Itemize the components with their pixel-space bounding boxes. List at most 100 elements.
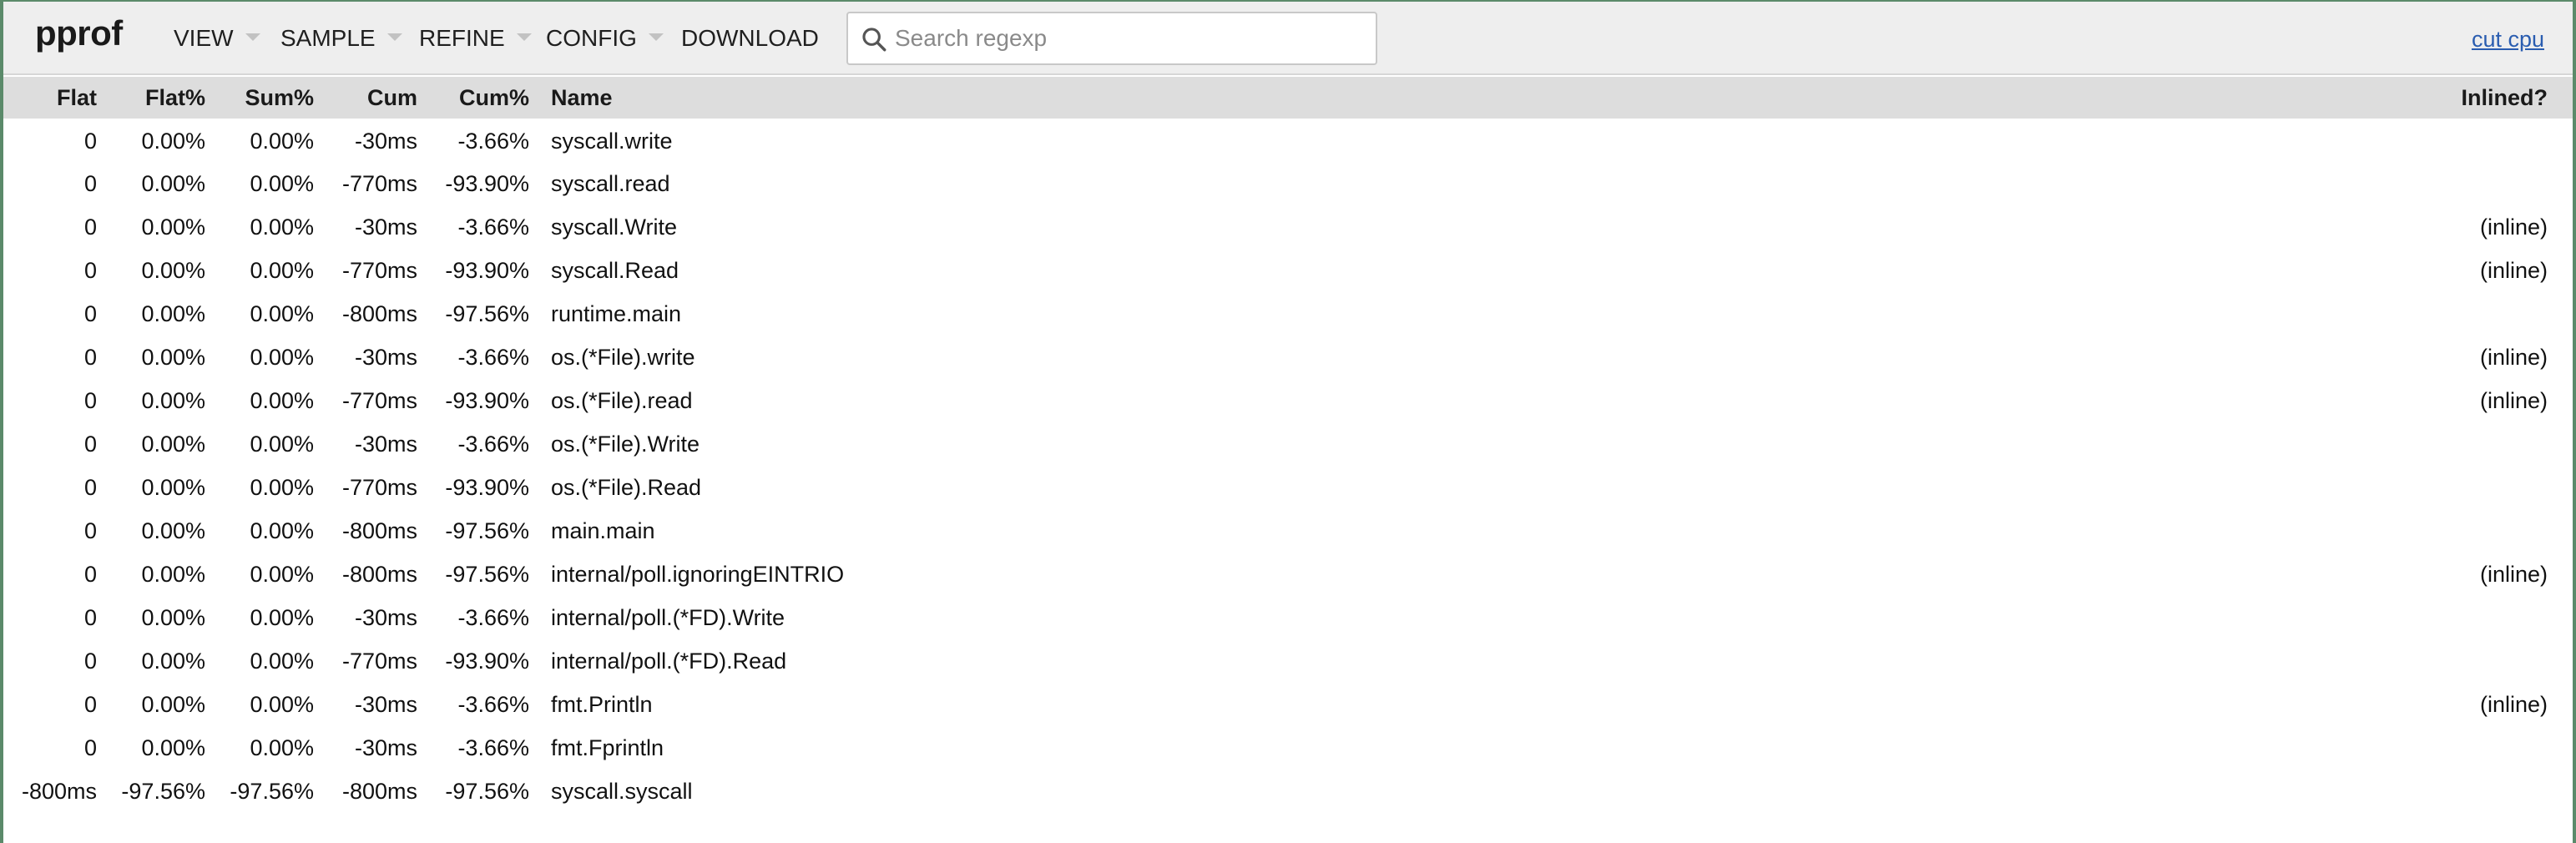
cell-flat-pct: 0.00%: [141, 128, 205, 154]
table-row[interactable]: 0 0.00% 0.00% -770ms -93.90% syscall.Rea…: [3, 249, 2573, 292]
cell-cum-pct: -97.56%: [445, 300, 529, 326]
table-row[interactable]: 0 0.00% 0.00% -30ms -3.66% syscall.Write…: [3, 205, 2573, 249]
cell-inlined: [2447, 509, 2573, 553]
cell-cum: -770ms: [341, 170, 417, 196]
cell-inlined: [2447, 422, 2573, 466]
cell-sum-pct: 0.00%: [250, 170, 314, 196]
table-row[interactable]: 0 0.00% 0.00% -770ms -93.90% os.(*File).…: [3, 466, 2573, 509]
menu-config-label: CONFIG: [546, 25, 637, 51]
cell-cum: -770ms: [341, 648, 417, 674]
cell-cum: -30ms: [354, 604, 417, 630]
cell-cum: -30ms: [354, 128, 417, 154]
menu-download[interactable]: DOWNLOAD: [681, 25, 819, 52]
cell-name: syscall.read: [551, 170, 670, 196]
cell-flat: 0: [83, 691, 97, 717]
cell-inlined: [2447, 770, 2573, 813]
cell-cum: -770ms: [341, 387, 417, 413]
cell-cum-pct: -97.56%: [445, 778, 529, 804]
search-input[interactable]: [895, 20, 1362, 57]
cell-flat: 0: [83, 604, 97, 630]
table-row[interactable]: -800ms -97.56% -97.56% -800ms -97.56% sy…: [3, 770, 2573, 813]
cell-name: os.(*File).read: [551, 387, 693, 413]
col-sum-pct[interactable]: Sum%: [205, 77, 314, 119]
cell-cum-pct: -3.66%: [457, 691, 529, 717]
cell-sum-pct: -97.56%: [230, 778, 314, 804]
cell-flat: 0: [83, 474, 97, 500]
cell-cum: -800ms: [341, 561, 417, 587]
cell-cum-pct: -93.90%: [445, 648, 529, 674]
profile-link[interactable]: cut cpu: [2472, 27, 2544, 53]
table-row[interactable]: 0 0.00% 0.00% -800ms -97.56% main.main: [3, 509, 2573, 553]
cell-flat-pct: 0.00%: [141, 257, 205, 283]
table-row[interactable]: 0 0.00% 0.00% -30ms -3.66% os.(*File).wr…: [3, 336, 2573, 379]
menu-view[interactable]: VIEW: [174, 25, 260, 52]
table-row[interactable]: 0 0.00% 0.00% -30ms -3.66% syscall.write: [3, 119, 2573, 162]
cell-sum-pct: 0.00%: [250, 128, 314, 154]
app-logo[interactable]: pprof: [35, 13, 123, 53]
cell-name: os.(*File).Read: [551, 474, 702, 500]
cell-flat: 0: [83, 431, 97, 457]
cell-inlined: (inline): [2479, 561, 2548, 587]
cell-flat-pct: 0.00%: [141, 517, 205, 543]
table-row[interactable]: 0 0.00% 0.00% -800ms -97.56% internal/po…: [3, 553, 2573, 596]
cell-flat: 0: [83, 257, 97, 283]
chevron-down-icon: [516, 33, 532, 41]
cell-name: fmt.Fprintln: [551, 734, 664, 760]
cell-sum-pct: 0.00%: [250, 691, 314, 717]
menu-config[interactable]: CONFIG: [546, 25, 664, 52]
cell-cum-pct: -3.66%: [457, 214, 529, 240]
table-row[interactable]: 0 0.00% 0.00% -770ms -93.90% os.(*File).…: [3, 379, 2573, 422]
table-row[interactable]: 0 0.00% 0.00% -770ms -93.90% internal/po…: [3, 639, 2573, 683]
table-row[interactable]: 0 0.00% 0.00% -800ms -97.56% runtime.mai…: [3, 292, 2573, 336]
cell-sum-pct: 0.00%: [250, 517, 314, 543]
col-inlined[interactable]: Inlined?: [2447, 77, 2573, 119]
chevron-down-icon: [648, 33, 664, 41]
col-cum[interactable]: Cum: [314, 77, 417, 119]
cell-sum-pct: 0.00%: [250, 387, 314, 413]
cell-cum-pct: -3.66%: [457, 431, 529, 457]
cell-name: syscall.syscall: [551, 778, 693, 804]
col-name[interactable]: Name: [529, 77, 2447, 119]
cell-sum-pct: 0.00%: [250, 257, 314, 283]
table-row[interactable]: 0 0.00% 0.00% -30ms -3.66% internal/poll…: [3, 596, 2573, 639]
cell-flat-pct: 0.00%: [141, 604, 205, 630]
cell-cum: -770ms: [341, 474, 417, 500]
cell-name: internal/poll.(*FD).Write: [551, 604, 785, 630]
col-flat[interactable]: Flat: [3, 77, 97, 119]
cell-sum-pct: 0.00%: [250, 431, 314, 457]
cell-name: internal/poll.(*FD).Read: [551, 648, 787, 674]
cell-flat-pct: 0.00%: [141, 387, 205, 413]
cell-name: main.main: [551, 517, 655, 543]
col-cum-pct[interactable]: Cum%: [417, 77, 529, 119]
table-header: Flat Flat% Sum% Cum Cum% Name Inlined?: [3, 77, 2573, 119]
cell-cum: -30ms: [354, 214, 417, 240]
table-row[interactable]: 0 0.00% 0.00% -30ms -3.66% fmt.Println (…: [3, 683, 2573, 726]
cell-inlined: (inline): [2479, 214, 2548, 240]
col-flat-pct[interactable]: Flat%: [97, 77, 205, 119]
table-row[interactable]: 0 0.00% 0.00% -770ms -93.90% syscall.rea…: [3, 162, 2573, 205]
cell-flat: 0: [83, 128, 97, 154]
cell-inlined: (inline): [2479, 344, 2548, 370]
cell-cum: -30ms: [354, 691, 417, 717]
cell-inlined: [2447, 596, 2573, 639]
cell-cum-pct: -93.90%: [445, 474, 529, 500]
cell-inlined: (inline): [2479, 387, 2548, 413]
cell-sum-pct: 0.00%: [250, 474, 314, 500]
menu-download-label: DOWNLOAD: [681, 25, 819, 51]
cell-name: fmt.Println: [551, 691, 653, 717]
table-row[interactable]: 0 0.00% 0.00% -30ms -3.66% fmt.Fprintln: [3, 726, 2573, 770]
cell-sum-pct: 0.00%: [250, 344, 314, 370]
search-box: [846, 12, 1377, 65]
menu-refine[interactable]: REFINE: [419, 25, 532, 52]
menu-sample[interactable]: SAMPLE: [280, 25, 402, 52]
cell-cum: -770ms: [341, 257, 417, 283]
cell-name: syscall.Write: [551, 214, 678, 240]
cell-flat-pct: 0.00%: [141, 300, 205, 326]
cell-flat-pct: 0.00%: [141, 214, 205, 240]
cell-sum-pct: 0.00%: [250, 604, 314, 630]
cell-cum: -30ms: [354, 344, 417, 370]
menu-refine-label: REFINE: [419, 25, 505, 51]
cell-flat-pct: 0.00%: [141, 474, 205, 500]
cell-flat-pct: 0.00%: [141, 344, 205, 370]
table-row[interactable]: 0 0.00% 0.00% -30ms -3.66% os.(*File).Wr…: [3, 422, 2573, 466]
